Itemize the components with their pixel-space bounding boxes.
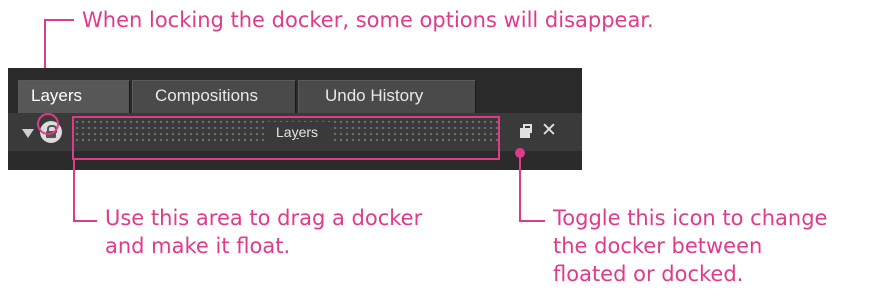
drag-annotation-line-1: Use this area to drag a docker: [105, 206, 423, 230]
float-icon-front: [520, 128, 530, 138]
drag-area-highlight: [72, 116, 500, 160]
docker-tab-bar: Layers Compositions Undo History: [8, 68, 582, 113]
float-toggle-icon[interactable]: [520, 124, 534, 138]
toggle-annotation-line-3: floated or docked.: [553, 262, 744, 286]
tab-layers[interactable]: Layers: [18, 80, 130, 113]
lock-annotation: When locking the docker, some options wi…: [82, 8, 654, 32]
drag-callout-horizontal: [73, 220, 97, 222]
toggle-annotation: Toggle this icon to change the docker be…: [553, 204, 827, 288]
collapse-arrow-icon[interactable]: [22, 129, 34, 138]
tab-compositions[interactable]: Compositions: [132, 80, 296, 113]
toggle-callout-horizontal: [519, 220, 545, 222]
toggle-annotation-line-1: Toggle this icon to change: [553, 206, 828, 230]
lock-highlight: [37, 113, 59, 135]
drag-annotation-line-2: and make it float.: [105, 234, 291, 258]
tab-undo-history[interactable]: Undo History: [298, 80, 476, 113]
drag-callout-vertical: [73, 160, 75, 222]
toggle-annotation-line-2: the docker between: [553, 234, 763, 258]
lock-callout-horizontal: [44, 19, 74, 21]
drag-annotation: Use this area to drag a docker and make …: [105, 204, 422, 260]
close-icon[interactable]: ✕: [541, 121, 559, 140]
toggle-callout-vertical: [519, 155, 521, 222]
